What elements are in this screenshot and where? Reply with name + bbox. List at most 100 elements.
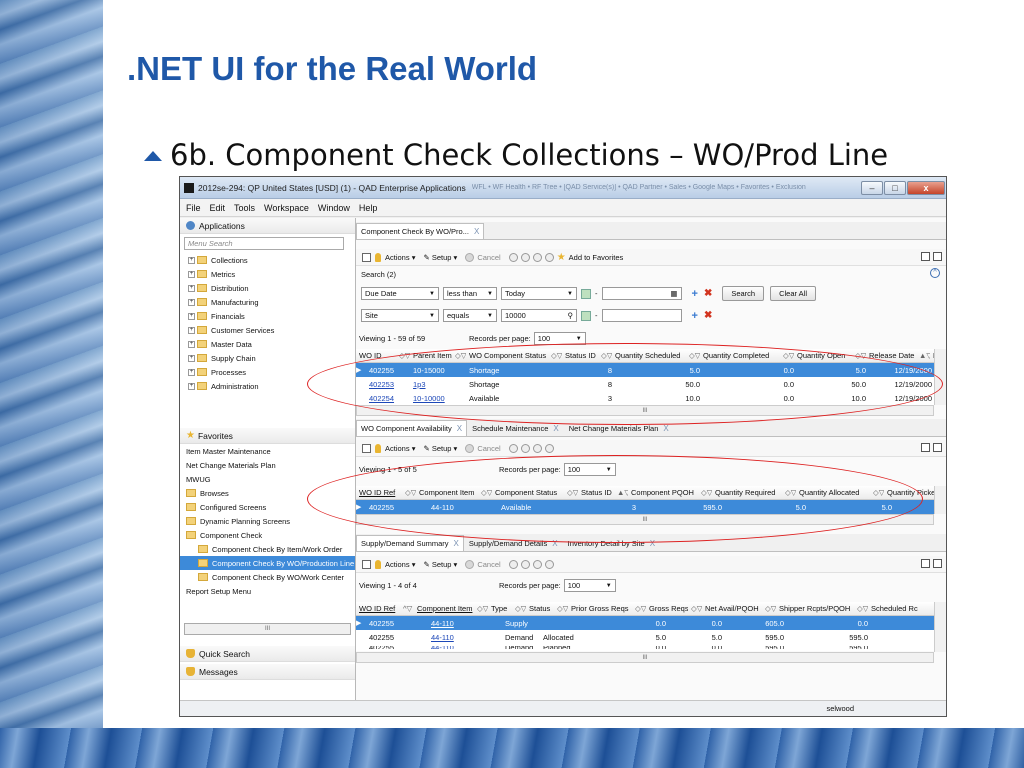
close-tab-icon[interactable]: X (454, 539, 459, 548)
setup-button[interactable]: ✎ Setup ▾ (423, 253, 457, 262)
col-header[interactable]: Scheduled Rc (868, 604, 918, 613)
actions-button[interactable]: Actions ▾ (375, 252, 415, 262)
sort-filter-icon[interactable]: ◇▽ (474, 604, 488, 613)
value-input[interactable]: 10000 ⚲ (501, 309, 577, 322)
calendar-icon[interactable]: ▦ (670, 289, 677, 298)
value-picker-icon[interactable] (581, 310, 591, 321)
favorite-item[interactable]: Component Check By Item/Work Order (180, 542, 355, 556)
menu-search-input[interactable]: Menu Search (184, 237, 344, 250)
messages-header[interactable]: Messages (180, 664, 355, 680)
expand-icon[interactable]: + (188, 368, 195, 376)
menu-workspace[interactable]: Workspace (264, 203, 309, 213)
prev-page-icon[interactable] (520, 559, 530, 569)
setup-button[interactable]: ✎ Setup ▾ (423, 444, 457, 453)
sort-filter-icon[interactable]: ◇▽ (632, 604, 646, 613)
range-end-input[interactable]: ▦ (601, 287, 682, 300)
setup-button[interactable]: ✎ Setup ▾ (423, 560, 457, 569)
panel3-vertical-scrollbar[interactable] (934, 602, 946, 652)
next-page-icon[interactable] (532, 443, 542, 453)
tree-item-financials[interactable]: + Financials (180, 309, 355, 323)
close-tab-icon[interactable]: X (553, 424, 558, 433)
cell-wo-id-ref[interactable]: 402255 (366, 646, 428, 649)
expand-icon[interactable]: + (188, 354, 195, 362)
minimize-button[interactable]: – (861, 180, 883, 195)
first-page-icon[interactable] (508, 252, 518, 262)
col-header[interactable]: Type (488, 604, 512, 613)
form-view-icon[interactable] (933, 252, 942, 261)
next-page-icon[interactable] (532, 252, 542, 262)
form-view-icon[interactable] (933, 559, 942, 568)
col-header[interactable]: Gross Reqs (646, 604, 688, 613)
tree-item-manufacturing[interactable]: + Manufacturing (180, 295, 355, 309)
maximize-button[interactable]: □ (884, 180, 906, 195)
favorite-item[interactable]: Net Change Materials Plan (180, 458, 355, 472)
favorite-item-selected[interactable]: Component Check By WO/Production Line (180, 556, 355, 570)
tree-item-customer-services[interactable]: + Customer Services (180, 323, 355, 337)
favorite-item[interactable]: Component Check By WO/Work Center (180, 570, 355, 584)
sort-filter-icon[interactable]: ▲▽ (916, 351, 930, 360)
grid-view-icon[interactable] (921, 559, 930, 568)
expand-icon[interactable]: + (188, 340, 195, 348)
menu-file[interactable]: File (186, 203, 201, 213)
tab-wo-component-availability[interactable]: WO Component Availability X (356, 420, 468, 436)
expand-icon[interactable]: + (188, 298, 195, 306)
cell-wo-id-ref[interactable]: 402255 (366, 619, 428, 628)
cell-component-item[interactable]: 44-110 (428, 646, 502, 649)
value-select[interactable]: Today ▼ (501, 287, 577, 300)
cell-component-item[interactable]: 44-110 (428, 633, 502, 642)
tree-item-collections[interactable]: + Collections (180, 253, 355, 267)
close-tab-icon[interactable]: X (474, 227, 479, 236)
panel3-horizontal-scrollbar[interactable]: III (356, 652, 934, 663)
value-picker-icon[interactable] (581, 288, 591, 299)
expand-icon[interactable]: + (188, 312, 195, 320)
last-page-icon[interactable] (544, 443, 554, 453)
sort-filter-icon[interactable]: ^▽ (400, 604, 414, 613)
field-select[interactable]: Due Date ▼ (361, 287, 439, 300)
first-page-icon[interactable] (508, 559, 518, 569)
menu-help[interactable]: Help (359, 203, 378, 213)
add-criteria-icon[interactable]: + (692, 288, 698, 300)
col-header[interactable]: WO ID Ref (356, 604, 400, 613)
favorites-header[interactable]: ★ Favorites (180, 428, 355, 444)
table-row[interactable]: ▶ 402255 44-110 Supply 0.0 0.0 605.0 0.0 (356, 616, 934, 630)
actions-button[interactable]: Actions ▾ (375, 443, 415, 453)
applications-header[interactable]: Applications (180, 218, 355, 234)
tree-item-distribution[interactable]: + Distribution (180, 281, 355, 295)
last-page-icon[interactable] (544, 252, 554, 262)
form-view-icon[interactable] (933, 443, 942, 452)
operator-select[interactable]: equals ▼ (443, 309, 497, 322)
cancel-button[interactable]: Cancel (465, 559, 501, 569)
search-button[interactable]: Search (722, 286, 765, 301)
prev-page-icon[interactable] (520, 443, 530, 453)
first-page-icon[interactable] (508, 443, 518, 453)
tab-component-check[interactable]: Component Check By WO/Pro... X (356, 223, 485, 239)
scroll-thumb[interactable]: III (642, 655, 647, 661)
expand-icon[interactable]: + (188, 326, 195, 334)
col-header[interactable]: Net Avail/PQOH (702, 604, 762, 613)
remove-criteria-icon[interactable]: ✖ (704, 310, 712, 321)
grid-view-icon[interactable] (921, 252, 930, 261)
favorite-folder-component-check[interactable]: Component Check (180, 528, 355, 542)
expand-icon[interactable] (362, 443, 371, 453)
favorite-folder-dynamic[interactable]: Dynamic Planning Screens (180, 514, 355, 528)
col-header[interactable]: Prior Gross Reqs (568, 604, 632, 613)
tree-item-master-data[interactable]: + Master Data (180, 337, 355, 351)
field-select[interactable]: Site ▼ (361, 309, 439, 322)
search-icon[interactable]: ⚲ (568, 311, 574, 320)
range-end-input[interactable] (601, 309, 682, 322)
records-per-page-select[interactable]: 100 ▼ (563, 579, 616, 592)
favorite-item[interactable]: Item Master Maintenance (180, 444, 355, 458)
sort-filter-icon[interactable]: ◇▽ (554, 604, 568, 613)
sort-filter-icon[interactable]: ◇▽ (512, 604, 526, 613)
col-header[interactable]: Shipper Rcpts/PQOH (776, 604, 854, 613)
expand-icon[interactable] (362, 559, 371, 569)
expand-icon[interactable]: + (188, 284, 195, 292)
grid-view-icon[interactable] (921, 443, 930, 452)
scroll-thumb[interactable]: III (265, 626, 270, 632)
operator-select[interactable]: less than ▼ (443, 287, 497, 300)
cancel-button[interactable]: Cancel (465, 443, 501, 453)
panel2-vertical-scrollbar[interactable] (934, 486, 946, 514)
last-page-icon[interactable] (544, 559, 554, 569)
clear-all-button[interactable]: Clear All (770, 286, 817, 301)
sort-filter-icon[interactable]: ◇▽ (688, 604, 702, 613)
